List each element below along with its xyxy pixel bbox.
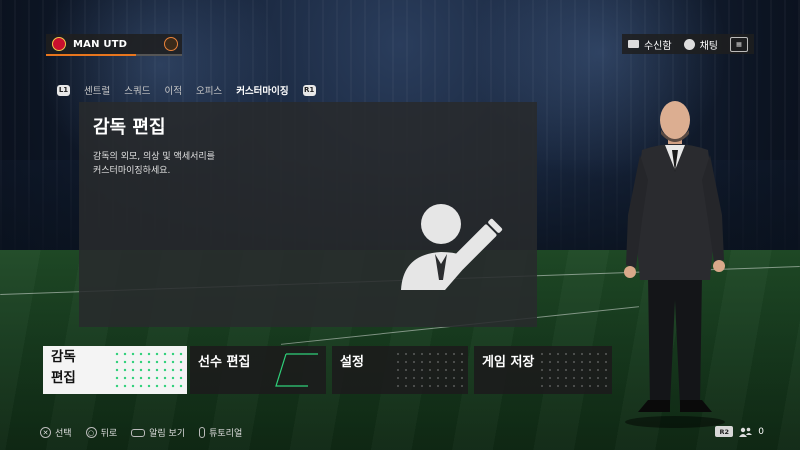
chat-button[interactable]: 채팅: [683, 37, 718, 52]
tile-pattern: [538, 350, 608, 390]
chat-icon: [683, 38, 695, 50]
hint-label: 알림 보기: [149, 429, 186, 439]
friends-indicator[interactable]: R2 0: [715, 426, 764, 437]
inbox-button[interactable]: 수신함: [627, 37, 672, 52]
club-badge[interactable]: MAN UTD: [46, 34, 182, 54]
inbox-label: 수신함: [643, 40, 672, 52]
touchpad-icon: [131, 428, 146, 437]
tab-transfers[interactable]: 이적: [164, 83, 181, 97]
options-button-icon: [199, 427, 206, 438]
tile-label: 감독 편집: [51, 349, 76, 386]
top-tabs: L1 센트럴 스쿼드 이적 오피스 커스터마이징 R1: [57, 83, 316, 97]
tile-label: 선수 편집: [198, 355, 251, 370]
hint-back[interactable]: ○ 뒤로: [85, 426, 118, 439]
hint-select[interactable]: ✕ 선택: [40, 426, 72, 439]
hint-label: 선택: [55, 429, 72, 439]
r1-shoulder-button[interactable]: R1: [302, 84, 316, 96]
panel-description: 감독의 외모, 의상 및 액세서리를 커스터마이징하세요.: [93, 152, 215, 176]
hint-notifications[interactable]: 알림 보기: [131, 426, 185, 439]
controller-hints: ✕ 선택 ○ 뒤로 알림 보기 튜토리얼: [40, 426, 242, 439]
tile-player-edit[interactable]: 선수 편집: [190, 346, 326, 394]
tile-settings[interactable]: 설정: [332, 346, 468, 394]
division-rank-icon: [164, 37, 178, 51]
l1-shoulder-button[interactable]: L1: [57, 84, 70, 96]
social-hub-icon[interactable]: ▦: [730, 36, 748, 52]
circle-button-icon: ○: [85, 427, 97, 438]
manager-figure: [624, 101, 725, 428]
manager-edit-icon: [401, 204, 503, 290]
friends-icon: [739, 427, 753, 437]
tile-label: 설정: [340, 355, 364, 370]
tile-pattern: [394, 350, 464, 390]
tile-manager-edit[interactable]: 감독 편집: [43, 346, 187, 394]
hint-tutorial[interactable]: 튜토리얼: [199, 426, 242, 439]
panel-title: 감독 편집: [93, 117, 166, 138]
tile-save-game[interactable]: 게임 저장: [474, 346, 612, 394]
friends-count: 0: [758, 426, 764, 437]
accent-stripe: [275, 353, 318, 387]
mail-icon: [627, 40, 639, 48]
info-panel: 감독 편집 감독의 외모, 의상 및 액세서리를 커스터마이징하세요.: [79, 102, 537, 327]
club-progress-fill: [46, 54, 136, 56]
tab-customize[interactable]: 커스터마이징: [236, 83, 288, 97]
tab-office[interactable]: 오피스: [196, 83, 222, 97]
hint-label: 뒤로: [100, 429, 118, 439]
tab-central[interactable]: 센트럴: [84, 83, 110, 97]
hint-label: 튜토리얼: [209, 429, 243, 439]
cross-button-icon: ✕: [40, 427, 51, 438]
club-name: MAN UTD: [73, 38, 128, 50]
top-right-actions: 수신함 채팅 ▦: [621, 34, 754, 54]
tab-squad[interactable]: 스쿼드: [124, 83, 150, 97]
chat-label: 채팅: [699, 40, 718, 52]
tile-pattern: [113, 350, 183, 390]
club-crest-icon: [52, 37, 66, 51]
tile-label: 게임 저장: [482, 355, 535, 370]
r2-button-icon: R2: [715, 426, 734, 437]
